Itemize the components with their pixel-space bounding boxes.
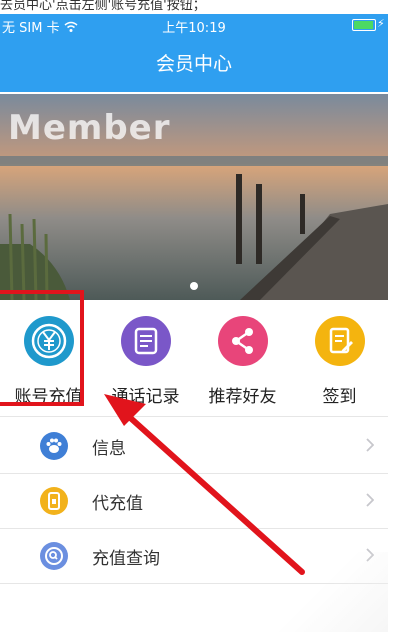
search-icon — [40, 542, 68, 570]
share-icon — [218, 316, 268, 366]
menu-item-proxy-recharge[interactable]: 代充值 — [0, 474, 388, 529]
instruction-caption: 去员中心'点击左侧'账号充值'按钮； — [0, 0, 206, 12]
grid-label: 签到 — [322, 387, 357, 407]
corner-fade — [278, 552, 388, 632]
menu-label: 代充值 — [92, 494, 143, 514]
chevron-right-icon — [366, 438, 374, 452]
nav-bar: 会员中心 — [0, 36, 388, 92]
call-log-button[interactable]: 通话记录 — [97, 304, 194, 416]
card-icon — [40, 487, 68, 515]
call-log-icon — [121, 316, 171, 366]
recommend-friend-button[interactable]: 推荐好友 — [194, 304, 291, 416]
carousel-dot[interactable] — [190, 282, 198, 290]
status-time: 上午10:19 — [162, 21, 226, 36]
menu-item-info[interactable]: 信息 — [0, 419, 388, 474]
annotation-highlight-box — [0, 290, 84, 406]
menu-label: 充值查询 — [92, 549, 160, 569]
chevron-right-icon — [366, 493, 374, 507]
page-title: 会员中心 — [155, 53, 232, 75]
banner-title: Member — [8, 108, 171, 148]
battery-icon: ⚡ — [352, 17, 385, 31]
checkin-button[interactable]: 签到 — [291, 304, 388, 416]
grid-label: 推荐好友 — [208, 387, 277, 407]
checkin-icon — [315, 316, 365, 366]
status-bar: 无 SIM 卡 上午10:19 ⚡ — [0, 14, 388, 36]
menu-label: 信息 — [92, 439, 126, 459]
paw-icon — [40, 432, 68, 460]
banner-carousel[interactable]: Member — [0, 94, 388, 300]
grid-label: 通话记录 — [111, 387, 180, 407]
